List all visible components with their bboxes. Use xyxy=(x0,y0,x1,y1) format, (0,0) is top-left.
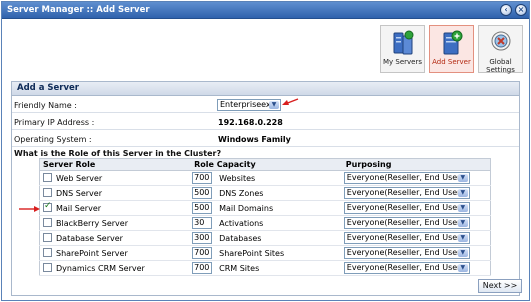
window-title: Server Manager :: Add Server xyxy=(7,5,150,15)
friendly-name-value: Enterpriseex xyxy=(220,100,271,109)
purposing-value: Everyone(Reseller, End User) xyxy=(346,233,464,242)
add-server-icon xyxy=(443,30,463,55)
capacity-input[interactable]: 500 xyxy=(192,202,213,214)
annotation-arrow-icon xyxy=(19,206,40,212)
table-row: DNS Server 500 DNS Zones Everyone(Reselle… xyxy=(39,185,491,201)
capacity-unit: SharePoint Sites xyxy=(219,249,285,258)
operating-system-value: Windows Family xyxy=(218,135,291,144)
dns-server-checkbox[interactable] xyxy=(43,188,52,197)
capacity-unit: Databases xyxy=(219,234,262,243)
capacity-unit: Activations xyxy=(219,219,264,228)
primary-ip-label: Primary IP Address : xyxy=(14,118,95,127)
chevron-down-icon[interactable]: ▼ xyxy=(457,234,468,242)
capacity-input[interactable]: 700 xyxy=(192,262,213,274)
next-button[interactable]: Next >> xyxy=(478,279,522,293)
header-server-role: Server Role xyxy=(39,158,192,171)
role-name: DNS Server xyxy=(56,189,102,198)
chevron-down-icon[interactable]: ▼ xyxy=(457,249,468,257)
role-name: Dynamics CRM Server xyxy=(56,264,145,273)
purposing-value: Everyone(Reseller, End User) xyxy=(346,188,464,197)
operating-system-row: Operating System : Windows Family xyxy=(12,132,519,147)
capacity-unit: Websites xyxy=(219,174,256,183)
my-servers-button[interactable]: My Servers xyxy=(380,25,425,73)
role-name: Web Server xyxy=(56,174,103,183)
chevron-down-icon[interactable]: ▼ xyxy=(457,264,468,272)
role-question: What is the Role of this Server in the C… xyxy=(14,149,222,158)
purposing-value: Everyone(Reseller, End User) xyxy=(346,263,464,272)
close-icon[interactable]: × xyxy=(515,4,527,16)
title-bar: Server Manager :: Add Server ‹ × xyxy=(2,2,529,19)
primary-ip-row: Primary IP Address : 192.168.0.228 xyxy=(12,115,519,130)
primary-ip-value: 192.168.0.228 xyxy=(218,118,283,127)
web-server-checkbox[interactable] xyxy=(43,173,52,182)
purposing-value: Everyone(Reseller, End User) xyxy=(346,248,464,257)
icon-toolbar: My Servers Add Server Global Settings xyxy=(2,20,529,76)
mail-server-checkbox[interactable] xyxy=(43,201,52,212)
capacity-unit: Mail Domains xyxy=(219,204,274,213)
annotation-arrow-icon xyxy=(282,98,299,105)
section-heading: Add a Server xyxy=(12,82,519,96)
capacity-input[interactable]: 30 xyxy=(192,217,213,229)
server-roles-table: Server Role Role Capacity Purposing Web … xyxy=(39,158,491,276)
purposing-value: Everyone(Reseller, End User) xyxy=(346,173,464,182)
global-settings-button[interactable]: Global Settings xyxy=(478,25,523,74)
back-icon[interactable]: ‹ xyxy=(500,4,512,16)
role-name: Mail Server xyxy=(56,204,102,213)
purposing-select[interactable]: Everyone(Reseller, End User) ▼ xyxy=(343,217,470,229)
purposing-select[interactable]: Everyone(Reseller, End User) ▼ xyxy=(343,232,470,244)
capacity-unit: DNS Zones xyxy=(219,189,264,198)
header-role-capacity: Role Capacity xyxy=(191,158,343,171)
capacity-input[interactable]: 700 xyxy=(192,172,213,184)
database-server-checkbox[interactable] xyxy=(43,233,52,242)
global-settings-label: Global Settings xyxy=(486,58,515,74)
add-server-label: Add Server xyxy=(432,58,471,66)
chevron-down-icon[interactable]: ▼ xyxy=(269,101,279,109)
dynamics-crm-server-checkbox[interactable] xyxy=(43,263,52,272)
table-row: Dynamics CRM Server 700 CRM Sites Everyon… xyxy=(39,260,491,276)
friendly-name-select[interactable]: Enterpriseex ▼ xyxy=(217,99,281,111)
table-row: SharePoint Server 700 SharePoint Sites Ev… xyxy=(39,245,491,261)
table-header-row: Server Role Role Capacity Purposing xyxy=(39,158,491,171)
purposing-select[interactable]: Everyone(Reseller, End User) ▼ xyxy=(343,202,470,214)
purposing-select[interactable]: Everyone(Reseller, End User) ▼ xyxy=(343,247,470,259)
settings-icon xyxy=(491,31,511,51)
purposing-value: Everyone(Reseller, End User) xyxy=(346,203,464,212)
friendly-name-row: Friendly Name : Enterpriseex ▼ xyxy=(12,98,519,113)
blackberry-server-checkbox[interactable] xyxy=(43,218,52,227)
capacity-input[interactable]: 300 xyxy=(192,232,213,244)
role-name: BlackBerry Server xyxy=(56,219,129,228)
friendly-name-label: Friendly Name : xyxy=(14,101,77,110)
purposing-select[interactable]: Everyone(Reseller, End User) ▼ xyxy=(343,262,470,274)
capacity-input[interactable]: 500 xyxy=(192,187,213,199)
capacity-input[interactable]: 700 xyxy=(192,247,213,259)
sharepoint-server-checkbox[interactable] xyxy=(43,248,52,257)
purposing-value: Everyone(Reseller, End User) xyxy=(346,218,464,227)
my-servers-label: My Servers xyxy=(382,58,422,66)
window: Server Manager :: Add Server ‹ × My Serv… xyxy=(1,1,530,301)
chevron-down-icon[interactable]: ▼ xyxy=(457,189,468,197)
chevron-down-icon[interactable]: ▼ xyxy=(457,204,468,212)
purposing-select[interactable]: Everyone(Reseller, End User) ▼ xyxy=(343,187,470,199)
table-row: Web Server 700 Websites Everyone(Reseller… xyxy=(39,170,491,186)
table-row: Database Server 300 Databases Everyone(Re… xyxy=(39,230,491,246)
capacity-unit: CRM Sites xyxy=(219,264,260,273)
servers-icon xyxy=(393,30,414,55)
operating-system-label: Operating System : xyxy=(14,135,92,144)
purposing-select[interactable]: Everyone(Reseller, End User) ▼ xyxy=(343,172,470,184)
chevron-down-icon[interactable]: ▼ xyxy=(457,219,468,227)
add-server-section: Add a Server Friendly Name : Enterprisee… xyxy=(11,81,520,296)
role-name: SharePoint Server xyxy=(56,249,128,258)
role-name: Database Server xyxy=(56,234,123,243)
header-purposing: Purposing xyxy=(342,158,491,171)
table-row: BlackBerry Server 30 Activations Everyone… xyxy=(39,215,491,231)
table-row: Mail Server 500 Mail Domains Everyone(Res… xyxy=(39,200,491,216)
chevron-down-icon[interactable]: ▼ xyxy=(457,174,468,182)
add-server-button[interactable]: Add Server xyxy=(429,25,474,73)
